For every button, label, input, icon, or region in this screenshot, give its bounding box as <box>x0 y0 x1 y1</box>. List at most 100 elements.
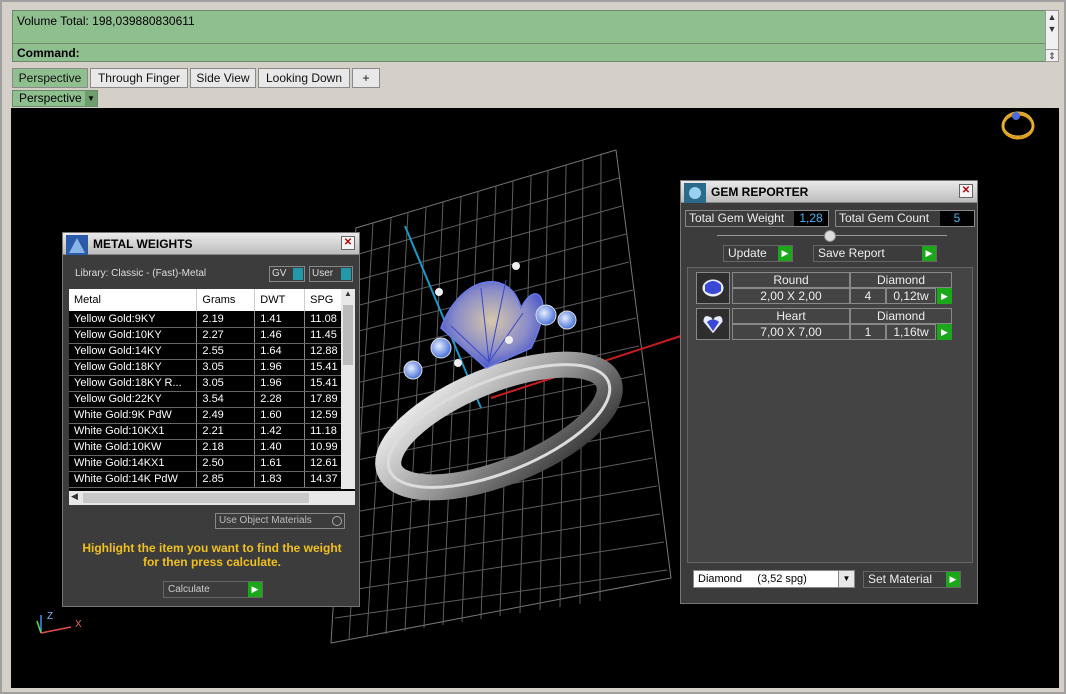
metal-name-cell: White Gold:14KX1 <box>69 455 198 472</box>
calculate-button[interactable]: Calculate ▶ <box>163 581 263 598</box>
table-row[interactable]: Yellow Gold:14KY 2.55 1.64 12.88 <box>69 343 355 360</box>
ring-navigator-icon <box>1001 111 1035 140</box>
chevron-down-icon[interactable]: ▼ <box>838 571 854 587</box>
scroll-thumb[interactable] <box>343 305 353 365</box>
metal-name-cell: Yellow Gold:18KY R... <box>69 375 198 392</box>
gem-size: 7,00 X 7,00 <box>732 324 850 340</box>
dwt-cell: 1.61 <box>254 455 306 472</box>
table-row[interactable]: White Gold:14KX1 2.50 1.61 12.61 <box>69 455 355 472</box>
play-icon[interactable]: ▶ <box>937 288 952 304</box>
splitter-handle-icon[interactable] <box>824 230 836 242</box>
gv-toggle[interactable]: GV <box>269 266 305 282</box>
gv-toggle-icon <box>293 268 303 280</box>
grams-cell: 2.19 <box>196 311 256 328</box>
tab-perspective[interactable]: Perspective <box>12 68 88 88</box>
update-button[interactable]: Update ▶ <box>723 245 793 262</box>
table-row[interactable]: White Gold:14K PdW 2.85 1.83 14.37 <box>69 471 355 488</box>
gem-row-heart[interactable]: Heart Diamond 7,00 X 7,00 1 1,16tw ▶ <box>696 308 952 340</box>
metal-table-container: Metal Grams DWT SPG Yellow Gold:9KY 2.19 1… <box>69 289 355 505</box>
metal-table-header: Metal Grams DWT SPG <box>69 289 355 311</box>
gem-shape: Round <box>732 272 850 288</box>
col-grams[interactable]: Grams <box>196 289 256 311</box>
metal-name-cell: Yellow Gold:10KY <box>69 327 198 344</box>
total-gem-weight-value: 1,28 <box>794 211 828 226</box>
gem-weight: 0,12tw <box>886 288 936 304</box>
grams-cell: 2.49 <box>196 407 256 424</box>
axis-z-label: Z <box>47 611 53 622</box>
app-window: Volume Total: 198,039880830611 Command: … <box>0 0 1066 694</box>
calculate-hint: Highlight the item you want to find the … <box>82 541 342 569</box>
scroll-left-icon[interactable]: ◀ <box>71 491 78 502</box>
chevron-down-icon[interactable]: ▼ <box>85 91 97 106</box>
table-row[interactable]: White Gold:10KW 2.18 1.40 10.99 <box>69 439 355 456</box>
dwt-cell: 1.46 <box>254 327 306 344</box>
axes-gizmo <box>36 615 72 634</box>
gem-shape: Heart <box>732 308 850 324</box>
axis-x-label: X <box>75 619 82 630</box>
hscroll-thumb[interactable] <box>83 493 309 503</box>
radio-icon[interactable] <box>332 516 342 526</box>
calculate-label: Calculate <box>168 584 210 595</box>
table-row[interactable]: Yellow Gold:22KY 3.54 2.28 17.89 <box>69 391 355 408</box>
grams-cell: 2.21 <box>196 423 256 440</box>
tab-through-finger[interactable]: Through Finger <box>90 68 188 88</box>
scroll-up-icon[interactable]: ▲ <box>341 289 355 303</box>
viewport-mode-dropdown[interactable]: Perspective ▼ <box>12 90 98 107</box>
set-material-button[interactable]: Set Material ▶ <box>863 571 961 588</box>
metal-name-cell: Yellow Gold:18KY <box>69 359 198 376</box>
grams-cell: 3.54 <box>196 391 256 408</box>
use-object-materials-checkbox[interactable]: Use Object Materials <box>215 513 345 529</box>
user-toggle[interactable]: User <box>309 266 353 282</box>
gem-row-round[interactable]: Round Diamond 2,00 X 2,00 4 0,12tw ▶ <box>696 272 952 304</box>
metal-table-vscroll[interactable]: ▲ <box>341 289 355 489</box>
command-scrollbar[interactable]: ▲ ▼ ⇕ <box>1045 10 1059 62</box>
table-row[interactable]: Yellow Gold:18KY R... 3.05 1.96 15.41 <box>69 375 355 392</box>
gem-reporter-titlebar[interactable]: GEM REPORTER ✕ <box>681 181 977 203</box>
table-row[interactable]: Yellow Gold:9KY 2.19 1.41 11.08 <box>69 311 355 328</box>
dwt-cell: 1.64 <box>254 343 306 360</box>
close-icon[interactable]: ✕ <box>959 184 973 198</box>
save-report-button[interactable]: Save Report ▶ <box>813 245 937 262</box>
grams-cell: 3.05 <box>196 375 256 392</box>
command-divider <box>13 43 1045 44</box>
metal-name-cell: White Gold:9K PdW <box>69 407 198 424</box>
command-label[interactable]: Command: <box>17 46 80 60</box>
use-object-materials-label: Use Object Materials <box>219 515 312 526</box>
table-row[interactable]: Yellow Gold:10KY 2.27 1.46 11.45 <box>69 327 355 344</box>
gem-count: 4 <box>850 288 886 304</box>
play-icon: ▶ <box>248 582 262 597</box>
table-row[interactable]: White Gold:9K PdW 2.49 1.60 12.59 <box>69 407 355 424</box>
total-gem-count: Total Gem Count 5 <box>835 210 975 227</box>
command-area[interactable]: Volume Total: 198,039880830611 Command: <box>12 10 1046 62</box>
dwt-cell: 1.96 <box>254 375 306 392</box>
gv-label: GV <box>272 268 287 279</box>
dwt-cell: 1.83 <box>254 471 306 488</box>
play-icon[interactable]: ▶ <box>937 324 952 340</box>
tab-side-view[interactable]: Side View <box>190 68 256 88</box>
metal-table-hscroll[interactable]: ◀ <box>69 491 355 505</box>
close-icon[interactable]: ✕ <box>341 236 355 250</box>
gem-reporter-icon <box>684 183 706 203</box>
table-row[interactable]: Yellow Gold:18KY 3.05 1.96 15.41 <box>69 359 355 376</box>
scroll-up-icon[interactable]: ▲ <box>1046 11 1058 23</box>
metal-name-cell: White Gold:14K PdW <box>69 471 198 488</box>
col-metal[interactable]: Metal <box>69 289 198 311</box>
metal-weights-titlebar[interactable]: METAL WEIGHTS ✕ <box>63 233 359 255</box>
gem-weight: 1,16tw <box>886 324 936 340</box>
material-select-value: Diamond (3,52 spg) <box>698 573 807 585</box>
material-select[interactable]: Diamond (3,52 spg) ▼ <box>693 570 855 588</box>
scroll-spinner-icon[interactable]: ⇕ <box>1046 49 1058 61</box>
table-row[interactable]: White Gold:10KX1 2.21 1.42 11.18 <box>69 423 355 440</box>
gem-reporter-panel: GEM REPORTER ✕ Total Gem Weight 1,28 Tot… <box>680 180 978 604</box>
total-gem-weight: Total Gem Weight 1,28 <box>685 210 829 227</box>
dwt-cell: 1.60 <box>254 407 306 424</box>
col-dwt[interactable]: DWT <box>254 289 306 311</box>
dwt-cell: 2.28 <box>254 391 306 408</box>
metal-weights-panel: METAL WEIGHTS ✕ Library: Classic - (Fast… <box>62 232 360 607</box>
add-tab-icon[interactable]: + <box>352 68 380 88</box>
gem-list: Round Diamond 2,00 X 2,00 4 0,12tw ▶ Hea… <box>687 267 973 563</box>
scroll-down-icon[interactable]: ▼ <box>1046 23 1058 35</box>
metal-name-cell: White Gold:10KW <box>69 439 198 456</box>
metal-name-cell: Yellow Gold:22KY <box>69 391 198 408</box>
tab-looking-down[interactable]: Looking Down <box>258 68 350 88</box>
